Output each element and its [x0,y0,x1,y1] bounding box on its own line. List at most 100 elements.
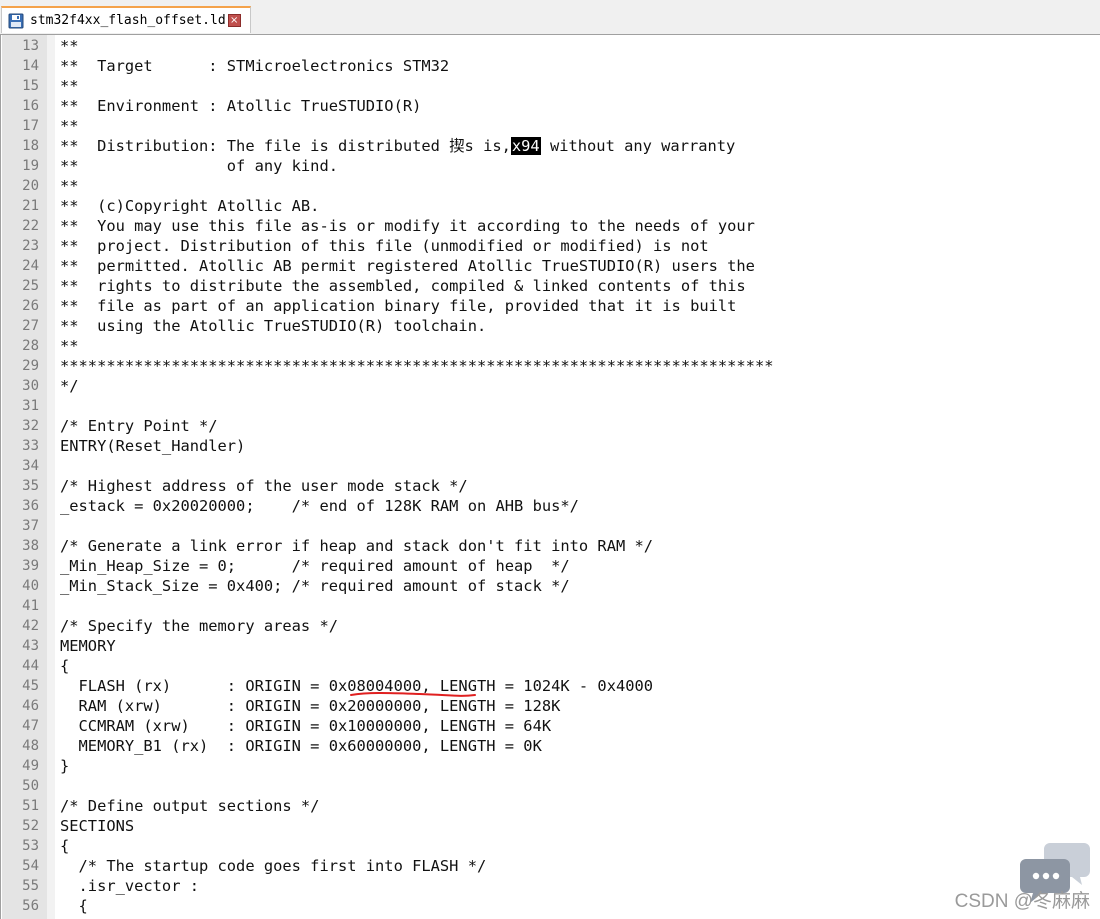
code-line[interactable]: 16 ** Environment : Atollic TrueSTUDIO(R) [1,96,1100,116]
code-line[interactable]: 13 ** [1,36,1100,56]
code-line[interactable]: 20 ** [1,176,1100,196]
code-line[interactable]: 42 /* Specify the memory areas */ [1,616,1100,636]
code-segment: MEMORY [60,637,116,655]
code-text: CCMRAM (xrw) : ORIGIN = 0x10000000, LENG… [60,716,552,736]
line-number: 30 [22,378,39,394]
line-number: 31 [22,398,39,414]
code-text: ** Target : STMicroelectronics STM32 [60,56,449,76]
code-line[interactable]: 48 MEMORY_B1 (rx) : ORIGIN = 0x60000000,… [1,736,1100,756]
code-line[interactable]: 29 **************************************… [1,356,1100,376]
code-line[interactable]: 34 [1,456,1100,476]
code-line[interactable]: 49} [1,756,1100,776]
code-segment: FLASH (rx) : ORIGIN = 0x08004000, LENGTH… [60,677,654,695]
line-number: 15 [22,78,39,94]
line-number: 37 [22,518,39,534]
line-number: 35 [22,478,39,494]
code-line[interactable]: 50 [1,776,1100,796]
code-text: /* Highest address of the user mode stac… [60,476,468,496]
line-number: 33 [22,438,39,454]
code-line[interactable]: 26 ** file as part of an application bina… [1,296,1100,316]
code-segment: ** rights to distribute the assembled, c… [60,277,746,295]
code-line[interactable]: 23 ** project. Distribution of this file … [1,236,1100,256]
line-number: 39 [22,558,39,574]
code-line[interactable]: 15 ** [1,76,1100,96]
code-text: SECTIONS [60,816,134,836]
code-line[interactable]: 18 ** Distribution: The file is distribut… [1,136,1100,156]
code-line[interactable]: 31 [1,396,1100,416]
line-number: 56 [22,898,39,914]
line-number: 21 [22,198,39,214]
code-segment: ** project. Distribution of this file (u… [60,237,709,255]
code-line[interactable]: 40 _Min_Stack_Size = 0x400; /* required a… [1,576,1100,596]
line-number: 23 [22,238,39,254]
code-line[interactable]: 41 [1,596,1100,616]
code-segment: ****************************************… [60,357,774,375]
code-segment: ** Target : STMicroelectronics STM32 [60,57,450,75]
code-text: ** [60,176,79,196]
code-line[interactable]: 19 ** of any kind. [1,156,1100,176]
code-line[interactable]: 54 /* The startup code goes first into F… [1,856,1100,876]
code-line[interactable]: 30 */ [1,376,1100,396]
code-segment: { [60,897,88,915]
code-line[interactable]: 25 ** rights to distribute the assembled,… [1,276,1100,296]
code-line[interactable]: 56 { [1,896,1100,916]
code-text: /* Entry Point */ [60,416,218,436]
code-line[interactable]: 47 CCMRAM (xrw) : ORIGIN = 0x10000000, L… [1,716,1100,736]
code-line[interactable]: 43 MEMORY [1,636,1100,656]
line-number: 46 [22,698,39,714]
line-number: 22 [22,218,39,234]
code-text: ** Environment : Atollic TrueSTUDIO(R) [60,96,421,116]
code-line[interactable]: 27 ** using the Atollic TrueSTUDIO(R) too… [1,316,1100,336]
code-line[interactable]: 21 ** (c)Copyright Atollic AB. [1,196,1100,216]
code-text: ** [60,76,79,96]
file-tab[interactable]: stm32f4xx_flash_offset.ld × [1,6,251,33]
code-line[interactable]: 45 FLASH (rx) : ORIGIN = 0x08004000, LEN… [1,676,1100,697]
code-segment: /* The startup code goes first into FLAS… [60,857,487,875]
code-text: ** permitted. Atollic AB permit register… [60,256,755,276]
code-segment: { [60,837,70,855]
code-text: { [60,836,69,856]
line-number: 20 [22,178,39,194]
code-line[interactable]: 17 ** [1,116,1100,136]
line-number: 52 [22,818,39,834]
code-line[interactable]: 53 { [1,836,1100,856]
code-line[interactable]: 39 _Min_Heap_Size = 0; /* required amount… [1,556,1100,576]
code-line[interactable]: 52 SECTIONS [1,816,1100,836]
code-text: { [60,896,88,916]
code-text: /* Generate a link error if heap and sta… [60,536,653,556]
code-segment: RAM (xrw) : ORIGIN = 0x20000000, LENGTH … [60,697,561,715]
code-line[interactable]: 35 /* Highest address of the user mode st… [1,476,1100,496]
code-text: ** Distribution: The file is distributed… [60,136,735,156]
code-text: MEMORY [60,636,116,656]
line-number: 19 [22,158,39,174]
code-line[interactable]: 55 .isr_vector : [1,876,1100,896]
code-line[interactable]: 46 RAM (xrw) : ORIGIN = 0x20000000, LENG… [1,696,1100,716]
code-text: ** You may use this file as-is or modify… [60,216,755,236]
code-line[interactable]: 32 /* Entry Point */ [1,416,1100,436]
code-text: ** using the Atollic TrueSTUDIO(R) toolc… [60,316,486,336]
code-line[interactable]: 44 { [1,656,1100,676]
line-number: 28 [22,338,39,354]
code-segment: /* Specify the memory areas */ [60,617,338,635]
code-line[interactable]: 36 _estack = 0x20020000; /* end of 128K R… [1,496,1100,516]
code-line[interactable]: 51 /* Define output sections */ [1,796,1100,816]
line-number: 14 [22,58,39,74]
code-line[interactable]: 38 /* Generate a link error if heap and s… [1,536,1100,556]
code-segment: ** (c)Copyright Atollic AB. [60,197,320,215]
code-text: _estack = 0x20020000; /* end of 128K RAM… [60,496,579,516]
code-text: ****************************************… [60,356,773,376]
line-number: 53 [22,838,39,854]
code-segment: MEMORY_B1 (rx) : ORIGIN = 0x60000000, LE… [60,737,542,755]
line-number: 25 [22,278,39,294]
close-icon[interactable]: × [227,14,241,27]
code-editor[interactable]: 13 ** 14 ** Target : STMicroelectronics STM… [0,35,1100,919]
code-line[interactable]: 37 [1,516,1100,536]
code-line[interactable]: 14 ** Target : STMicroelectronics STM32 [1,56,1100,76]
code-segment: .isr_vector : [60,877,199,895]
code-text: ** [60,336,79,356]
code-line[interactable]: 28 ** [1,336,1100,356]
code-line[interactable]: 22 ** You may use this file as-is or modi… [1,216,1100,236]
code-segment: ** of any kind. [60,157,338,175]
code-line[interactable]: 33 ENTRY(Reset_Handler) [1,436,1100,456]
code-line[interactable]: 24 ** permitted. Atollic AB permit regist… [1,256,1100,276]
